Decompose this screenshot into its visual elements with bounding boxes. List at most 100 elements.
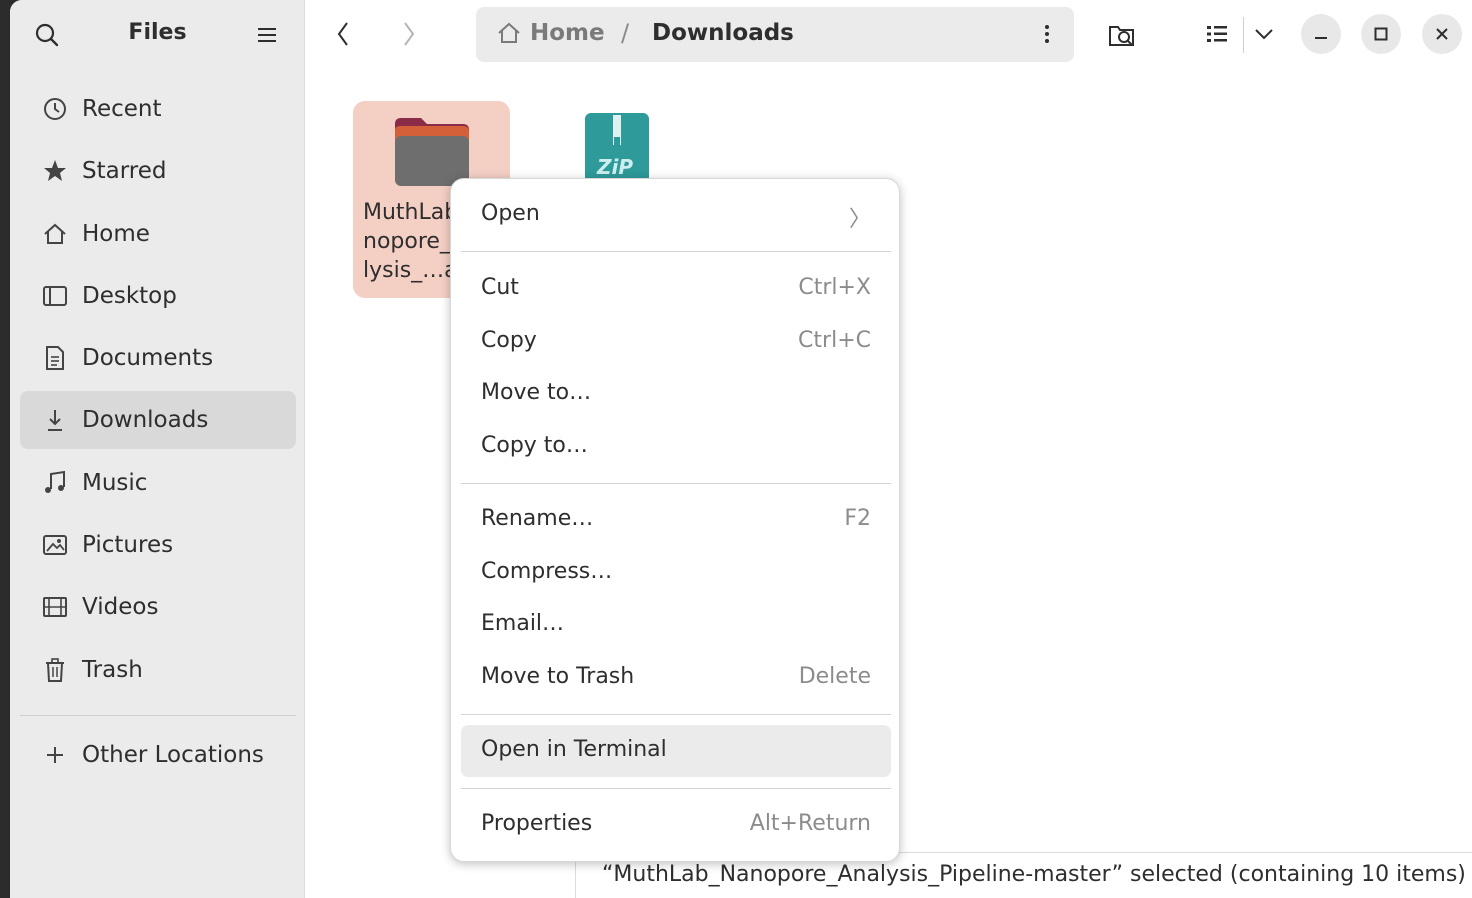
sidebar-item-label: Recent bbox=[82, 96, 162, 122]
music-icon bbox=[42, 470, 68, 496]
sidebar-item-label: Trash bbox=[82, 656, 143, 683]
breadcrumb-current[interactable]: Downloads bbox=[652, 20, 794, 46]
star-icon bbox=[42, 158, 68, 184]
clock-icon bbox=[42, 96, 68, 122]
sidebar-item-label: Starred bbox=[82, 158, 167, 185]
menu-item-open[interactable]: Open 〉 bbox=[461, 189, 891, 241]
breadcrumb-home-label: Home bbox=[530, 20, 605, 46]
menu-separator bbox=[461, 251, 891, 252]
file-item-zip[interactable]: ZiP bbox=[585, 113, 649, 183]
path-bar[interactable]: Home / Downloads bbox=[476, 7, 1074, 62]
home-icon bbox=[498, 22, 520, 43]
view-divider bbox=[1243, 17, 1244, 53]
menu-item-cut[interactable]: Cut Ctrl+X bbox=[461, 263, 891, 315]
menu-separator bbox=[461, 483, 891, 484]
sidebar-item-label: Desktop bbox=[82, 282, 177, 309]
menu-item-compress[interactable]: Compress… bbox=[461, 547, 891, 599]
menu-item-label: Rename… bbox=[481, 506, 594, 531]
sidebar-item-videos[interactable]: Videos bbox=[20, 578, 296, 636]
menu-item-label: Move to Trash bbox=[481, 664, 635, 689]
sidebar-item-music[interactable]: Music bbox=[20, 454, 296, 512]
menu-item-shortcut: Delete bbox=[798, 664, 871, 689]
sidebar-divider bbox=[20, 715, 296, 716]
view-list-button[interactable] bbox=[1199, 16, 1235, 52]
sidebar-item-downloads[interactable]: Downloads bbox=[20, 391, 296, 450]
sidebar-item-home[interactable]: Home bbox=[20, 205, 296, 263]
menu-item-shortcut: F2 bbox=[844, 506, 871, 531]
sidebar-header: Files bbox=[10, 0, 305, 68]
path-menu-button[interactable] bbox=[1032, 19, 1062, 49]
chevron-left-icon bbox=[337, 22, 348, 46]
menu-item-label: Email… bbox=[481, 611, 565, 636]
folder-search-icon bbox=[1109, 26, 1134, 46]
sidebar-item-recent[interactable]: Recent bbox=[20, 80, 296, 138]
sidebar-item-label: Downloads bbox=[82, 407, 209, 434]
menu-item-label: Move to… bbox=[481, 380, 592, 405]
menu-separator bbox=[461, 714, 891, 715]
menu-item-label: Open bbox=[481, 201, 540, 226]
menu-item-shortcut: Ctrl+C bbox=[798, 328, 871, 353]
sidebar-item-trash[interactable]: Trash bbox=[20, 641, 296, 699]
chevron-right-icon bbox=[404, 22, 415, 46]
menu-item-open-in-terminal[interactable]: Open in Terminal bbox=[461, 725, 891, 777]
sidebar-item-label: Other Locations bbox=[82, 742, 264, 768]
zip-badge: ZiP bbox=[597, 155, 634, 179]
menu-item-move-to-trash[interactable]: Move to Trash Delete bbox=[461, 652, 891, 704]
menu-item-properties[interactable]: Properties Alt+Return bbox=[461, 799, 891, 851]
menu-item-label: Copy to… bbox=[481, 433, 588, 458]
chevron-right-icon: 〉 bbox=[848, 207, 871, 232]
main-menu-button[interactable] bbox=[250, 18, 284, 52]
search-files-button[interactable] bbox=[1103, 16, 1141, 54]
menu-item-rename[interactable]: Rename… F2 bbox=[461, 494, 891, 546]
download-icon bbox=[42, 407, 68, 433]
sidebar-item-other-locations[interactable]: Other Locations bbox=[20, 726, 296, 784]
back-button[interactable] bbox=[325, 16, 361, 52]
menu-item-email[interactable]: Email… bbox=[461, 599, 891, 651]
menu-item-label: Cut bbox=[481, 275, 519, 300]
menu-item-label: Compress… bbox=[481, 559, 613, 584]
sidebar-item-label: Pictures bbox=[82, 532, 174, 559]
sidebar-item-label: Music bbox=[82, 469, 148, 496]
document-icon bbox=[42, 345, 68, 371]
close-icon bbox=[1436, 28, 1448, 40]
picture-icon bbox=[42, 532, 68, 558]
maximize-icon bbox=[1374, 27, 1388, 41]
sidebar-item-pictures[interactable]: Pictures bbox=[20, 516, 296, 574]
context-menu: Open 〉 Cut Ctrl+X Copy Ctrl+C Move to… C… bbox=[450, 178, 900, 862]
sidebar-item-starred[interactable]: Starred bbox=[20, 142, 296, 200]
breadcrumb-separator: / bbox=[621, 19, 630, 47]
sidebar-item-label: Documents bbox=[82, 345, 214, 372]
sidebar-item-label: Home bbox=[82, 220, 150, 247]
home-icon bbox=[42, 221, 68, 247]
sidebar-item-documents[interactable]: Documents bbox=[20, 329, 296, 387]
menu-item-label: Open in Terminal bbox=[481, 737, 667, 762]
menu-item-label: Properties bbox=[481, 811, 593, 836]
minimize-icon bbox=[1315, 37, 1327, 39]
close-button[interactable] bbox=[1422, 14, 1462, 54]
list-view-icon bbox=[1207, 26, 1227, 42]
video-icon bbox=[42, 594, 68, 620]
plus-icon bbox=[42, 742, 68, 768]
menu-item-copy[interactable]: Copy Ctrl+C bbox=[461, 316, 891, 368]
sidebar-item-label: Videos bbox=[82, 594, 159, 621]
maximize-button[interactable] bbox=[1361, 14, 1401, 54]
menu-item-move-to[interactable]: Move to… bbox=[461, 368, 891, 420]
vertical-dots-icon bbox=[1045, 25, 1049, 43]
desktop-icon bbox=[42, 283, 68, 309]
chevron-down-icon bbox=[1255, 29, 1273, 40]
breadcrumb-home[interactable]: Home bbox=[496, 20, 605, 46]
file-name: MuthLab nopore_ lysis_…a bbox=[363, 200, 459, 283]
sidebar-item-desktop[interactable]: Desktop bbox=[20, 267, 296, 325]
menu-item-shortcut: Ctrl+X bbox=[798, 275, 871, 300]
forward-button[interactable] bbox=[391, 16, 427, 52]
menu-item-copy-to[interactable]: Copy to… bbox=[461, 421, 891, 473]
hamburger-icon bbox=[258, 28, 276, 42]
view-options-button[interactable] bbox=[1249, 16, 1279, 52]
sidebar: Files Recent Starred Home Desktop Docume… bbox=[10, 0, 305, 898]
folder-icon bbox=[395, 118, 469, 186]
menu-separator bbox=[461, 788, 891, 789]
minimize-button[interactable] bbox=[1301, 14, 1341, 54]
status-text: “MuthLab_Nanopore_Analysis_Pipeline-mast… bbox=[602, 862, 1466, 887]
sidebar-places: Recent Starred Home Desktop Documents Do… bbox=[20, 80, 296, 703]
menu-item-label: Copy bbox=[481, 328, 537, 353]
